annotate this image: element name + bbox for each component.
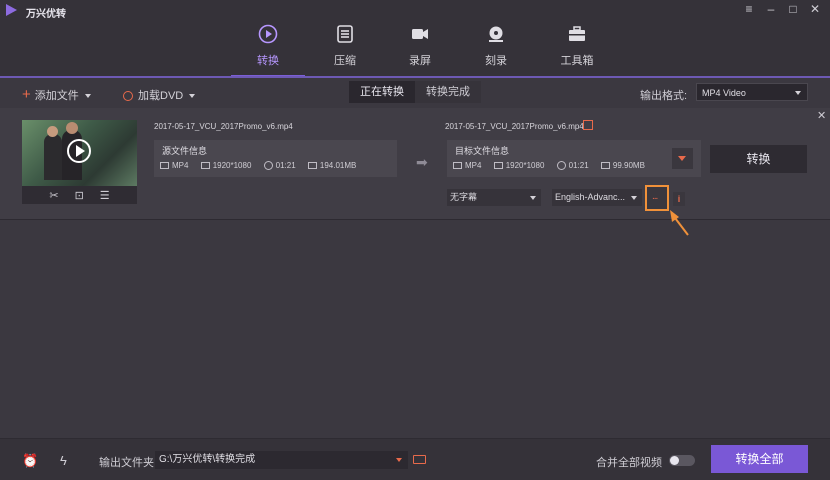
load-dvd-button[interactable]: 加载DVD — [123, 87, 196, 103]
output-format-select[interactable]: MP4 Video — [696, 83, 808, 101]
output-format-value: MP4 Video — [702, 88, 746, 98]
audio-track-select[interactable]: English-Advanc... — [552, 189, 642, 206]
more-options-button[interactable] — [645, 185, 669, 211]
toolbox-icon — [569, 26, 585, 41]
thumbnail-figure — [47, 126, 58, 137]
format-icon — [160, 162, 169, 170]
chevron-down-icon — [530, 196, 536, 200]
source-info-box: 源文件信息 MP4 1920*1080 01:21 194.01MB — [154, 140, 397, 177]
subtitle-select[interactable]: 无字幕 — [447, 189, 541, 206]
bottom-bar: ⏰ ϟ 输出文件夹 G:\万兴优转\转换完成 合并全部视频 转换全部 — [0, 438, 830, 480]
tab-toolbox[interactable]: 工具箱 — [541, 24, 613, 77]
add-file-button[interactable]: + 添加文件 — [22, 87, 91, 103]
menu-icon[interactable]: ≡ — [742, 2, 756, 16]
tab-label: 工具箱 — [560, 55, 594, 67]
load-dvd-label: 加载DVD — [138, 90, 184, 102]
source-meta: MP4 1920*1080 01:21 194.01MB — [160, 161, 366, 171]
source-info-title: 源文件信息 — [162, 146, 208, 156]
pointer-arrow-icon — [670, 210, 689, 236]
open-folder-icon[interactable] — [413, 455, 426, 464]
target-info-box: 目标文件信息 MP4 1920*1080 01:21 99.90MB — [447, 140, 701, 177]
convert-button[interactable]: 转换 — [710, 145, 807, 173]
merge-all-label: 合并全部视频 — [596, 457, 662, 469]
chevron-down-icon — [84, 94, 91, 99]
chevron-down-icon — [631, 196, 637, 200]
tab-compress[interactable]: 压缩 — [309, 24, 381, 77]
camera-icon — [412, 29, 428, 39]
target-file-name: 2017-05-17_VCU_2017Promo_v6.mp4 — [445, 122, 584, 131]
convert-all-button[interactable]: 转换全部 — [711, 445, 808, 473]
target-meta: MP4 1920*1080 01:21 99.90MB — [453, 161, 655, 171]
close-icon[interactable]: ✕ — [808, 2, 822, 16]
output-folder-label: 输出文件夹 — [99, 457, 154, 469]
target-settings-dropdown[interactable] — [672, 148, 693, 169]
lightning-icon[interactable]: ϟ — [60, 453, 67, 468]
alarm-clock-icon[interactable]: ⏰ — [22, 453, 38, 469]
output-folder-path: G:\万兴优转\转换完成 — [159, 454, 256, 465]
plus-icon: + — [22, 86, 31, 103]
source-duration: 01:21 — [275, 161, 296, 170]
title-bar: 万兴优转 ≡ – □ ✕ — [0, 0, 830, 20]
subtitle-value: 无字幕 — [450, 192, 478, 202]
target-duration: 01:21 — [568, 161, 589, 170]
tab-burn[interactable]: 刻录 — [460, 24, 532, 77]
minimize-icon[interactable]: – — [764, 2, 778, 16]
remove-file-icon[interactable]: ✕ — [817, 109, 826, 122]
output-folder-input[interactable]: G:\万兴优转\转换完成 — [155, 451, 408, 469]
clock-icon — [556, 161, 566, 171]
target-size: 99.90MB — [612, 161, 645, 170]
audio-track-value: English-Advanc... — [555, 192, 626, 202]
output-format-label: 输出格式: — [640, 90, 688, 102]
tab-label: 压缩 — [334, 55, 356, 67]
tab-record[interactable]: 录屏 — [384, 24, 456, 77]
tab-convert[interactable]: 转换 — [231, 24, 305, 77]
chevron-down-icon — [189, 94, 196, 99]
play-icon[interactable] — [67, 139, 91, 163]
chevron-down-icon — [795, 91, 801, 95]
format-icon — [453, 162, 462, 170]
source-format: MP4 — [172, 161, 189, 170]
thumbnail-figure — [44, 134, 62, 180]
thumbnail-tools: ✂ ⊡ ☰ — [22, 186, 137, 204]
thumbnail-figure — [66, 122, 78, 134]
tab-label: 转换 — [257, 55, 279, 67]
tab-label: 刻录 — [485, 55, 507, 67]
tab-label: 录屏 — [409, 55, 431, 67]
tab-converting[interactable]: 正在转换 — [349, 81, 415, 103]
resolution-icon — [200, 162, 210, 170]
info-icon[interactable]: i — [673, 192, 685, 206]
source-resolution: 1920*1080 — [212, 161, 252, 170]
arrow-right-icon: ➡ — [416, 154, 428, 170]
chevron-down-icon — [396, 458, 402, 462]
merge-all-toggle[interactable] — [669, 455, 695, 466]
source-file-name: 2017-05-17_VCU_2017Promo_v6.mp4 — [154, 122, 293, 131]
file-row: ✂ ⊡ ☰ 2017-05-17_VCU_2017Promo_v6.mp4 源文… — [0, 108, 830, 220]
compress-icon — [337, 25, 353, 43]
maximize-icon[interactable]: □ — [786, 2, 800, 16]
source-size: 194.01MB — [319, 161, 357, 170]
target-resolution: 1920*1080 — [505, 161, 545, 170]
folder-icon — [600, 162, 610, 170]
target-format: MP4 — [465, 161, 482, 170]
app-logo-icon — [6, 4, 17, 16]
toolbar: + 添加文件 加载DVD 正在转换 转换完成 输出格式: MP4 Video — [0, 78, 830, 108]
folder-icon — [307, 162, 317, 170]
scissors-icon[interactable]: ✂ — [49, 189, 58, 202]
main-nav: 转换 压缩 录屏 刻录 工具箱 — [0, 20, 830, 77]
crop-icon[interactable]: ⊡ — [75, 189, 84, 202]
effects-icon[interactable]: ☰ — [100, 189, 110, 202]
tab-converted[interactable]: 转换完成 — [415, 81, 481, 103]
dvd-icon — [123, 91, 133, 102]
add-file-label: 添加文件 — [34, 90, 79, 102]
target-info-title: 目标文件信息 — [455, 146, 510, 156]
edit-icon[interactable] — [583, 120, 593, 130]
window-controls: ≡ – □ ✕ — [742, 2, 822, 16]
video-thumbnail[interactable] — [22, 120, 137, 186]
disc-icon — [489, 26, 503, 42]
clock-icon — [263, 161, 273, 171]
play-circle-icon — [258, 24, 278, 44]
resolution-icon — [493, 162, 503, 170]
app-title: 万兴优转 — [26, 9, 66, 20]
